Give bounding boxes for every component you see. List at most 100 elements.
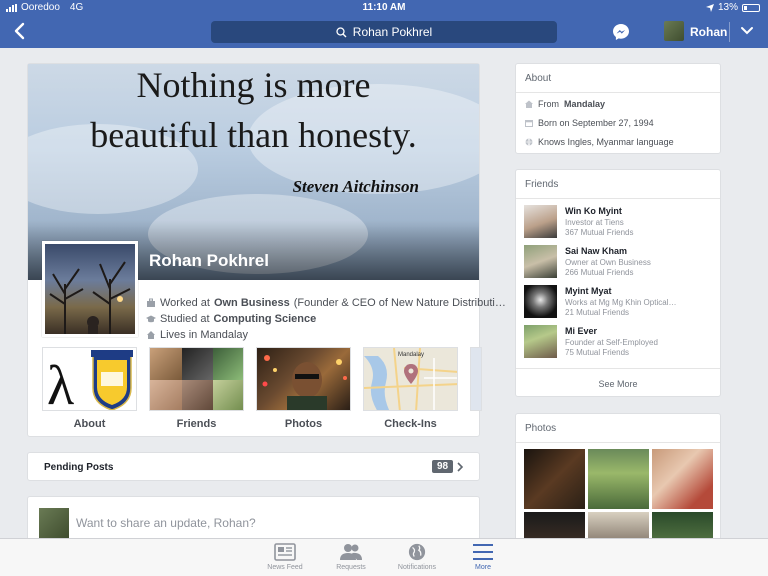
friend-name[interactable]: Win Ko Myint	[565, 206, 622, 216]
about-from: From Mandalay	[525, 99, 605, 109]
lives-text: Lives in Mandalay	[160, 329, 249, 341]
user-name[interactable]: Rohan	[690, 25, 727, 39]
work-detail: (Founder & CEO of New Nature Distributi…	[293, 297, 506, 309]
hamburger-icon	[473, 544, 493, 560]
languages-text: Knows Ingles, Myanmar language	[538, 137, 674, 147]
photos-card: Photos	[515, 413, 721, 543]
photos-tile-label[interactable]: Photos	[256, 418, 351, 430]
friend-item[interactable]: Myint Myat Works at Mg Mg Khin Optical… …	[524, 285, 714, 319]
tab-requests[interactable]: Requests	[321, 543, 381, 571]
cover-quote-line1: Nothing is more	[136, 65, 371, 105]
friend-mutual: 266 Mutual Friends	[565, 268, 634, 277]
search-icon	[336, 26, 347, 37]
battery-icon	[742, 3, 760, 12]
see-more-friends-button[interactable]: See More	[516, 379, 720, 389]
friend-mutual: 367 Mutual Friends	[565, 228, 634, 237]
from-place[interactable]: Mandalay	[564, 99, 605, 109]
about-tile[interactable]: λ	[42, 347, 137, 411]
battery-percent: 13%	[717, 2, 738, 13]
tab-news-feed[interactable]: News Feed	[255, 543, 315, 571]
svg-text:λ: λ	[47, 355, 74, 411]
friend-name[interactable]: Mi Ever	[565, 326, 597, 336]
calendar-icon	[525, 120, 533, 127]
friends-card: Friends Win Ko Myint Investor at Tiens 3…	[515, 169, 721, 397]
messenger-icon[interactable]	[612, 23, 630, 41]
checkins-tile-label[interactable]: Check-Ins	[363, 418, 458, 430]
about-tile-label[interactable]: About	[42, 418, 137, 430]
study-prefix: Studied at	[160, 313, 210, 325]
friend-mutual: 21 Mutual Friends	[565, 308, 630, 317]
checkins-tile[interactable]: Mandalay	[363, 347, 458, 411]
friends-title: Friends	[525, 179, 559, 190]
friend-subtitle: Investor at Tiens	[565, 218, 624, 227]
tab-more-label: More	[475, 564, 491, 571]
home-icon	[147, 331, 155, 339]
map-label: Mandalay	[398, 352, 424, 358]
navigation-bar: Ooredoo 4G 11:10 AM 13% Rohan Pokhrel Ro…	[0, 0, 768, 48]
intro-education: Studied at Computing Science	[146, 313, 316, 325]
cover-quote-line2: beautiful than honesty.	[90, 115, 417, 155]
friend-mutual: 75 Mutual Friends	[565, 348, 630, 357]
work-prefix: Worked at	[160, 297, 210, 309]
friends-tile-label[interactable]: Friends	[149, 418, 244, 430]
globe-icon	[408, 543, 426, 561]
photo-thumbnail[interactable]	[652, 449, 713, 509]
location-arrow-icon	[705, 3, 714, 12]
photo-thumbnail[interactable]	[524, 449, 585, 509]
status-bar: Ooredoo 4G 11:10 AM 13%	[0, 2, 768, 16]
friend-name[interactable]: Sai Naw Kham	[565, 246, 627, 256]
search-bar[interactable]: Rohan Pokhrel	[211, 21, 557, 43]
globe-icon	[525, 138, 533, 146]
friend-requests-icon	[340, 544, 362, 560]
photos-tile[interactable]	[256, 347, 351, 411]
study-place[interactable]: Computing Science	[214, 313, 317, 325]
about-languages: Knows Ingles, Myanmar language	[525, 137, 674, 147]
about-born: Born on September 27, 1994	[525, 118, 654, 128]
pending-count-badge: 98	[432, 460, 454, 473]
friend-avatar[interactable]	[524, 205, 557, 238]
profile-name[interactable]: Rohan Pokhrel	[149, 251, 269, 271]
tab-notifications-label: Notifications	[397, 564, 437, 571]
friends-tile[interactable]	[149, 347, 244, 411]
nav-divider	[729, 22, 730, 42]
friend-subtitle: Founder at Self-Employed	[565, 338, 658, 347]
photo-thumbnail[interactable]	[588, 449, 649, 509]
composer-placeholder[interactable]: Want to share an update, Rohan?	[76, 516, 256, 530]
graduation-cap-icon	[146, 315, 156, 323]
search-text: Rohan Pokhrel	[352, 25, 433, 39]
briefcase-icon	[147, 298, 155, 307]
pending-posts-label: Pending Posts	[44, 462, 114, 473]
chevron-right-icon	[457, 462, 464, 472]
home-icon	[525, 100, 533, 108]
tab-notifications[interactable]: Notifications	[387, 543, 447, 571]
photos-title: Photos	[525, 423, 557, 434]
friend-avatar[interactable]	[524, 285, 557, 318]
clock: 11:10 AM	[362, 2, 406, 13]
friend-subtitle: Works at Mg Mg Khin Optical…	[565, 298, 677, 307]
composer-avatar	[39, 508, 69, 538]
friend-item[interactable]: Sai Naw Kham Owner at Own Business 266 M…	[524, 245, 714, 279]
profile-picture[interactable]	[42, 241, 138, 337]
bottom-tab-bar: News Feed Requests Notifications More	[0, 538, 768, 576]
user-avatar[interactable]	[664, 21, 684, 41]
profile-header-card: Nothing is more beautiful than honesty. …	[27, 63, 506, 437]
intro-lives: Lives in Mandalay	[146, 329, 248, 341]
friend-avatar[interactable]	[524, 245, 557, 278]
more-tiles-peek[interactable]	[470, 347, 482, 411]
friend-item[interactable]: Mi Ever Founder at Self-Employed 75 Mutu…	[524, 325, 714, 359]
friend-item[interactable]: Win Ko Myint Investor at Tiens 367 Mutua…	[524, 205, 714, 239]
cover-quote-author: Steven Aitchinson	[292, 177, 419, 196]
work-place[interactable]: Own Business	[214, 297, 290, 309]
back-arrow-icon[interactable]	[12, 22, 26, 40]
about-title: About	[525, 73, 552, 84]
tab-requests-label: Requests	[336, 564, 366, 571]
tab-more[interactable]: More	[453, 543, 513, 571]
intro-work: Worked at Own Business (Founder & CEO of…	[146, 297, 506, 309]
friend-avatar[interactable]	[524, 325, 557, 358]
chevron-down-icon[interactable]	[740, 26, 754, 36]
tab-news-feed-label: News Feed	[267, 564, 303, 571]
friend-name[interactable]: Myint Myat	[565, 286, 612, 296]
pending-posts-row[interactable]: Pending Posts 98	[27, 452, 480, 481]
born-text: Born on September 27, 1994	[538, 118, 654, 128]
about-card: About From Mandalay Born on September 27,…	[515, 63, 721, 154]
